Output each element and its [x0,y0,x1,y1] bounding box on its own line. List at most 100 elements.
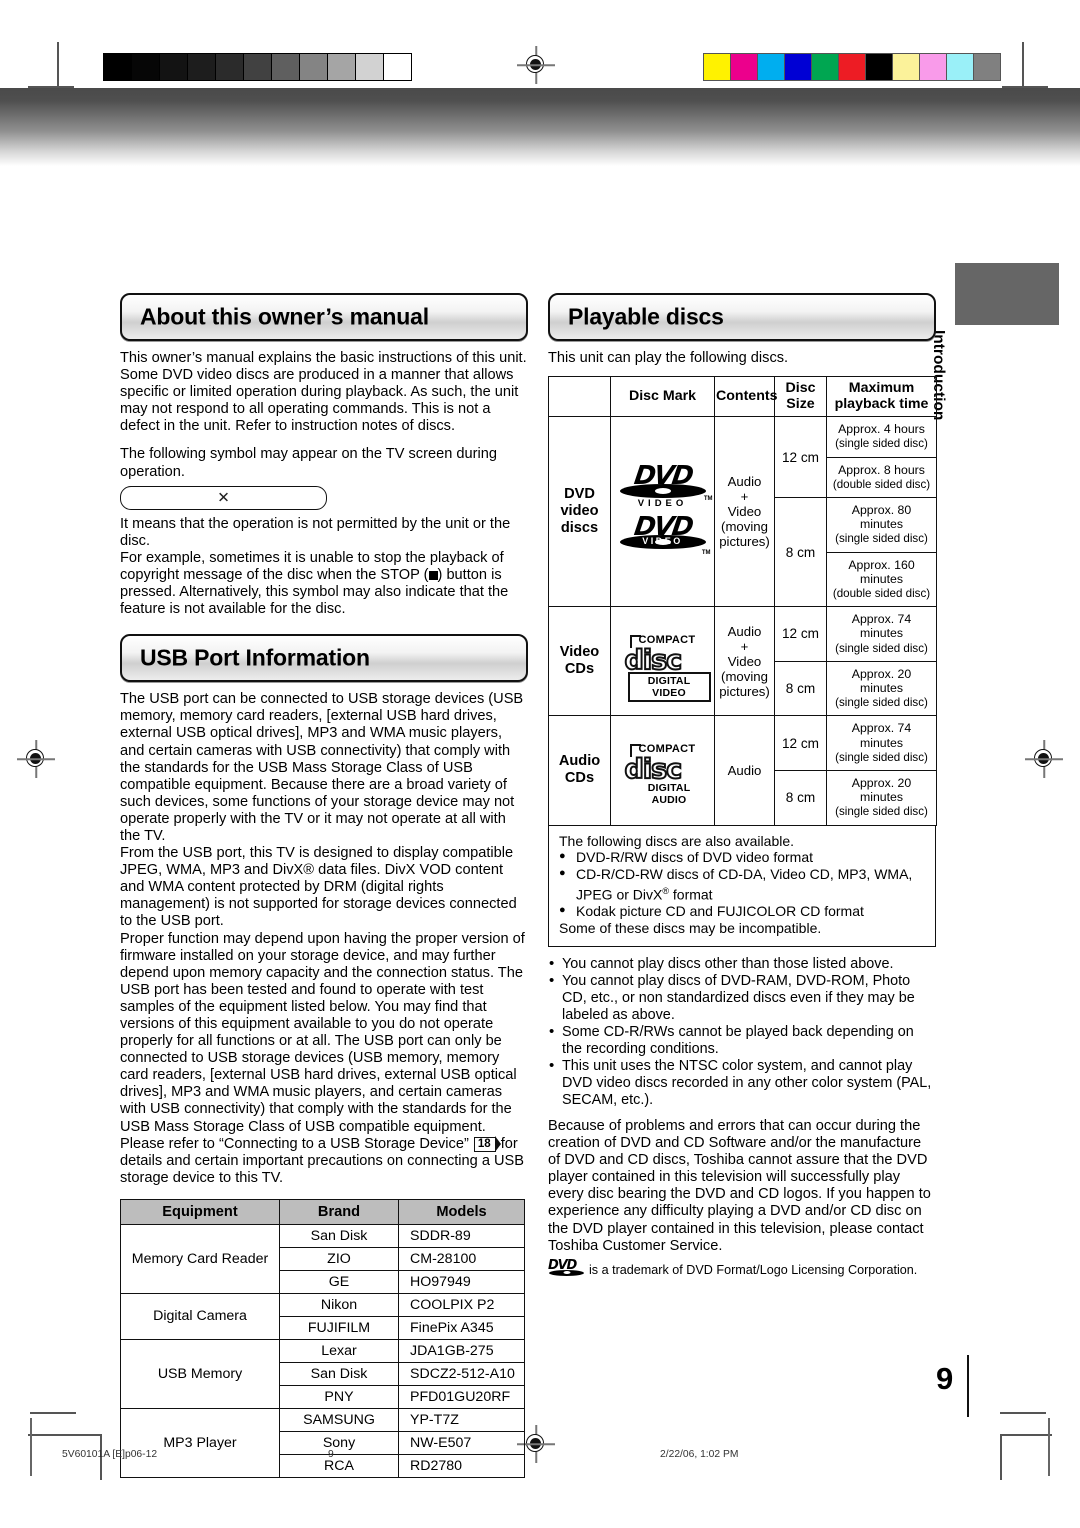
playback-time-line2: (double sided disc) [832,586,931,600]
cd-format-label: DIGITAL VIDEO [627,671,711,702]
dvd-logo-disc-shape [549,1269,584,1276]
prohibited-symbol-box: ✕ [120,485,327,510]
disc-size-cell: 8 cm [774,496,827,608]
playback-time-line1: Approx. 74 minutes [851,721,912,750]
disc-size-cell: 12 cm [774,606,827,662]
brand-cell: Sony [279,1430,399,1455]
equipment-group-label: Digital Camera [120,1292,280,1340]
dvd-disc-shape [619,483,706,498]
dvd-video-sublabel: VIDEO [637,497,688,509]
brand-cell: RCA [279,1453,399,1478]
model-cell: SDDR-89 [398,1223,525,1248]
also-available-intro: The following discs are also available. [559,832,795,849]
dvd-video-logo-icon: DVD VIDEO TM DVD VIDEO TM [612,459,713,565]
max-time-line1: Maximum [848,380,915,397]
playback-time-cell: Approx. 74 minutes (single sided disc) [826,606,937,662]
usb-heading: USB Port Information [140,644,370,671]
prohibited-symbol-glyph: ✕ [217,489,230,507]
playback-time-line2: (double sided disc) [832,477,931,491]
stop-button-icon [428,570,438,580]
disc-size-col-header: Disc Size [774,376,827,418]
disc-mark-col-header: Disc Mark [610,376,715,418]
playable-disclaimer: Because of problems and errors that can … [548,1118,931,1254]
equipment-group-label: Memory Card Reader [120,1223,280,1294]
model-cell: RD2780 [398,1453,525,1478]
model-cell: FinePix A345 [398,1315,525,1340]
footer-timestamp: 2/22/06, 1:02 PM [660,1449,739,1460]
disc-size-cell: 12 cm [774,416,827,498]
usb-paragraph-2: From the USB port, this TV is designed t… [120,845,517,930]
playback-time-line2: (single sided disc) [835,750,928,764]
playback-time-line2: (single sided disc) [835,532,928,546]
playback-time-cell: Approx. 8 hours (double sided disc) [826,456,937,498]
playable-heading: Playable discs [568,303,724,330]
list-item: This unit uses the NTSC color system, an… [548,1057,936,1109]
disc-size-cell: 8 cm [774,660,827,717]
disc-type-cell: DVD video discs [548,416,611,608]
list-item: DVD-R/RW discs of DVD video format [559,848,925,866]
disc-mark-cell: DVD VIDEO TM DVD VIDEO TM [610,416,715,608]
model-cell: JDA1GB-275 [398,1338,525,1363]
right-column: Playable discs This unit can play the fo… [548,293,937,1278]
dvd-trademark-text: is a trademark of DVD Format/Logo Licens… [589,1262,918,1277]
also-available-list: DVD-R/RW discs of DVD video formatCD-R/C… [559,848,925,920]
model-cell: HO97949 [398,1269,525,1294]
footer-page-number: 9 [328,1449,334,1460]
table-row: USB Memory Lexar JDA1GB-275 [120,1338,525,1409]
disc-type-col-header [548,376,611,418]
model-cell: PFD01GU20RF [398,1384,525,1409]
left-column: About this owner’s manual This owner’s m… [120,293,528,1478]
playback-time-cell: Approx. 80 minutes (single sided disc) [826,496,937,553]
chapter-tab-marker [955,263,1059,325]
max-time-col-header: Maximum playback time [826,376,937,418]
playback-time-cell: Approx. 74 minutes (single sided disc) [826,715,937,771]
dvd-logo-icon: DVD [548,1258,586,1278]
table-row: Digital Camera Nikon COOLPIX P2 [120,1292,525,1340]
playback-time-line2: (single sided disc) [835,641,928,655]
disc-contents-cell: Audio + Video (moving pictures) [714,416,775,608]
dvd-trademark-line: DVD is a trademark of DVD Format/Logo Li… [548,1258,936,1278]
disc-size-cell: 8 cm [774,769,827,826]
brand-cell: San Disk [279,1223,399,1248]
playback-time-line1: Approx. 160 minutes [848,557,915,586]
model-cell: SDCZ2-512-A10 [398,1361,525,1386]
disc-mark-cell: COMPACT disc DIGITAL AUDIO [610,715,715,826]
section-header-playable: Playable discs [548,293,936,341]
page-number-rule [967,1355,970,1417]
brand-cell: Lexar [279,1338,399,1363]
equipment-col-header: Equipment [120,1198,280,1225]
equipment-table: Equipment Brand Models Memory Card Reade… [120,1198,525,1478]
equipment-table-header-row: Equipment Brand Models [120,1198,525,1225]
trademark-mark: TM [703,495,713,502]
about-paragraph-1: This owner’s manual explains the basic i… [120,350,527,435]
list-item: You cannot play discs other than those l… [548,955,936,973]
list-item: Some CD-R/RWs cannot be played back depe… [548,1023,936,1058]
playback-time-line1: Approx. 74 minutes [851,612,912,641]
disc-contents-cell: Audio [714,715,775,826]
page-reference-badge[interactable]: 18 [473,1136,501,1153]
section-header-usb: USB Port Information [120,634,528,683]
model-cell: CM-28100 [398,1246,525,1271]
also-available-note: Some of these discs may be incompatible. [559,920,822,937]
playback-time-line2: (single sided disc) [835,696,928,710]
also-available-box: The following discs are also available. … [548,825,936,947]
about-paragraph-3: It means that the operation is not permi… [120,515,511,549]
model-cell: YP-T7Z [398,1407,525,1432]
disc-contents-cell: Audio + Video (moving pictures) [714,606,775,717]
table-row: DVD video discs DVD VIDEO TM DVD VIDEO TM Audio + V… [548,416,937,608]
compact-disc-digital-audio-logo-icon: COMPACT disc DIGITAL AUDIO [612,739,713,806]
brand-cell: Nikon [279,1292,399,1317]
compact-disc-digital-video-logo-icon: COMPACT disc DIGITAL VIDEO [612,630,713,702]
list-item: CD-R/CD-RW discs of CD-DA, Video CD, MP3… [559,865,925,903]
disc-size-cell: 12 cm [774,715,827,771]
brand-cell: SAMSUNG [279,1407,399,1432]
trademark-mark: TM [701,549,711,556]
equipment-group-label: MP3 Player [120,1407,280,1478]
max-time-line2: playback time [834,395,929,412]
about-paragraph-2: The following symbol may appear on the T… [120,446,497,480]
brand-cell: San Disk [279,1361,399,1386]
playback-time-line2: (single sided disc) [835,805,928,819]
table-row: Audio CDs COMPACT disc DIGITAL AUDIO Audio 12 … [548,715,937,826]
playable-discs-table: Disc Mark Contents Disc Size Maximum pla… [548,376,937,826]
disc-size-line2: Size [786,395,815,412]
